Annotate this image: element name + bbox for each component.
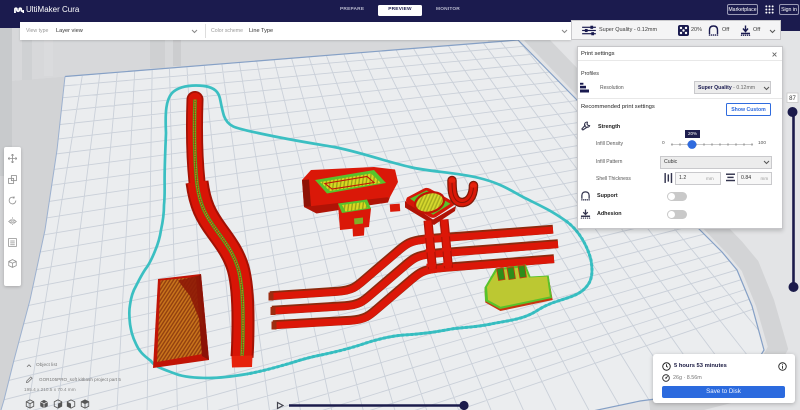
svg-text:87: 87 bbox=[789, 96, 796, 102]
